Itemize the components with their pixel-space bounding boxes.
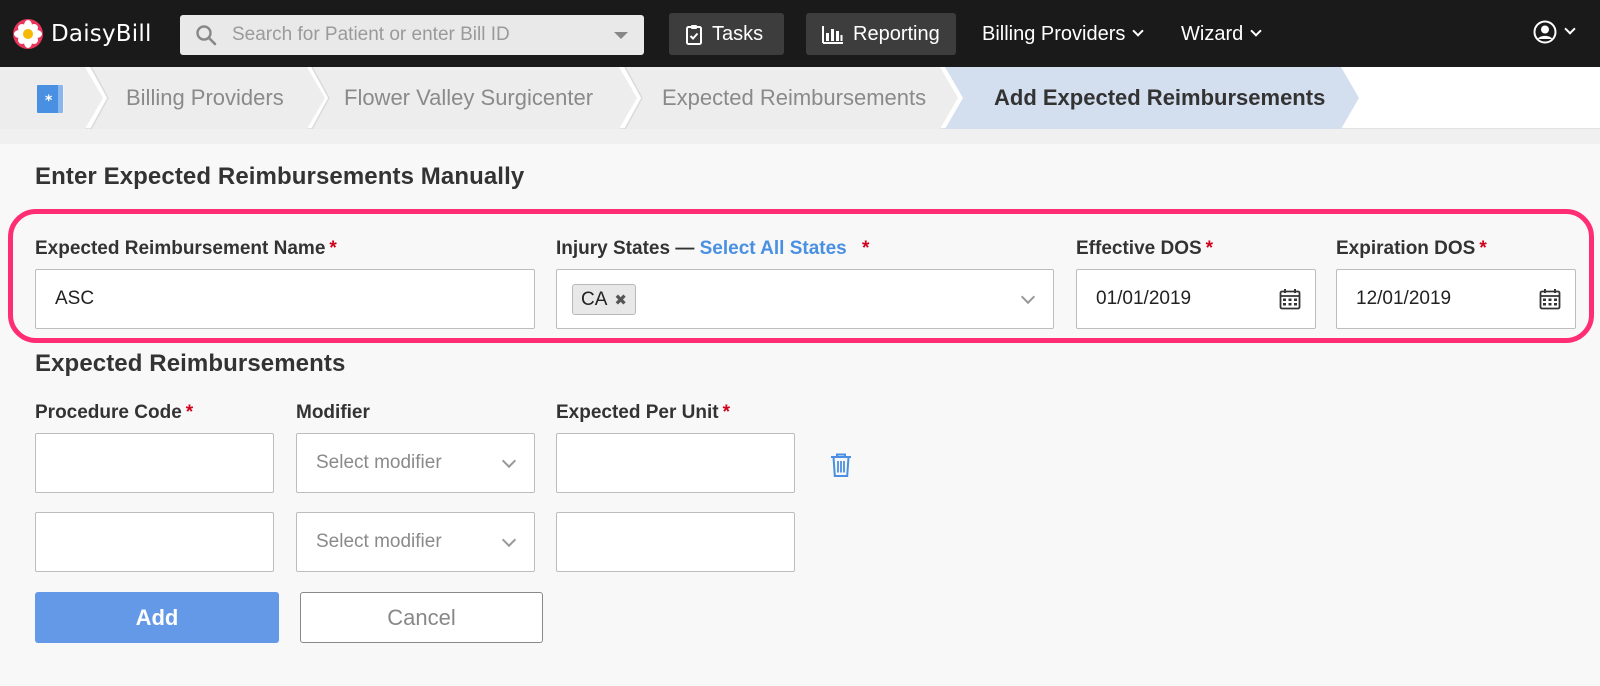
reimbursement-name-field[interactable] [35,269,535,329]
header-divider [0,129,1600,144]
expected-per-unit-field[interactable] [576,513,753,571]
tasks-label: Tasks [712,22,764,45]
procedure-code-field[interactable] [55,513,232,571]
reporting-label: Reporting [853,22,940,45]
cancel-button[interactable]: Cancel [300,592,543,643]
breadcrumb-flower-valley-surgicenter[interactable]: Flower Valley Surgicenter [312,67,637,129]
chevron-down-icon [501,453,517,469]
required-asterisk: * [329,238,337,259]
modifier-select-value: Select modifier [316,452,442,473]
user-avatar-icon [1533,20,1557,44]
expected-per-unit-input[interactable] [556,512,795,572]
wizard-label: Wizard [1181,22,1244,45]
required-asterisk: * [185,402,194,423]
chevron-down-icon [1564,23,1576,35]
patient-search[interactable] [180,15,644,55]
breadcrumb-add-expected-reimbursements: Add Expected Reimbursements [945,67,1359,129]
injury-states-select[interactable]: CA ✖ [556,269,1054,329]
reporting-button[interactable]: Reporting [806,13,956,55]
billing-providers-label: Billing Providers [982,22,1126,45]
effective-dos-field[interactable] [1076,269,1316,329]
user-menu[interactable] [1533,20,1576,44]
reimbursement-name-input[interactable] [55,270,493,328]
remove-tag-icon[interactable]: ✖ [614,291,627,309]
expiration-dos-field[interactable] [1336,269,1576,329]
modifier-label: Modifier [296,402,370,423]
effective-dos-input[interactable] [1096,270,1274,328]
chevron-down-icon [501,532,517,548]
procedure-code-input[interactable] [35,512,274,572]
breadcrumb-separator [90,67,109,129]
procedure-code-field[interactable] [55,434,232,492]
breadcrumb-separator [311,67,330,129]
required-asterisk: * [722,402,731,423]
expiration-dos-input[interactable] [1356,270,1534,328]
top-nav-bar: DaisyBill Tasks Reporting Billing Provid… [0,0,1600,67]
search-input[interactable] [232,15,592,55]
expected-per-unit-field[interactable] [576,434,753,492]
breadcrumb-separator [624,67,643,129]
modifier-select[interactable]: Select modifier [296,433,535,493]
breadcrumb-home[interactable]: * [0,67,103,129]
chevron-down-icon [1250,25,1262,37]
add-button[interactable]: Add [35,592,279,643]
chevron-down-icon [1132,25,1145,37]
expiration-dos-label: Expiration DOS * [1336,238,1487,259]
billing-providers-menu[interactable]: Billing Providers [982,13,1145,55]
state-tag-ca: CA ✖ [572,284,636,315]
chevron-down-icon[interactable] [1020,289,1036,305]
svg-text:*: * [45,93,53,109]
modifier-select-value: Select modifier [316,531,442,552]
search-icon [196,25,217,46]
expected-per-unit-input[interactable] [556,433,795,493]
required-asterisk: * [1479,238,1487,259]
required-asterisk: * [862,238,870,259]
breadcrumb: * Billing Providers Flower Valley Surgic… [0,67,1600,129]
calendar-icon[interactable] [1539,288,1561,310]
injury-states-label: Injury States — Select All States * [556,238,870,259]
procedure-code-input[interactable] [35,433,274,493]
search-dropdown-icon[interactable] [614,32,628,39]
daisy-logo-icon [13,19,43,49]
tasks-button[interactable]: Tasks [669,13,784,55]
app-logo[interactable]: DaisyBill [12,17,152,51]
wizard-menu[interactable]: Wizard [1181,13,1262,55]
breadcrumb-expected-reimbursements[interactable]: Expected Reimbursements [625,67,958,129]
section-heading-reimbursements: Expected Reimbursements [35,350,346,377]
section-heading-manual: Enter Expected Reimbursements Manually [35,163,525,190]
clipboard-check-icon [686,24,702,45]
trash-icon[interactable] [829,452,853,478]
app-name: DaisyBill [51,21,152,47]
billing-card-icon: * [36,84,66,114]
breadcrumb-billing-providers[interactable]: Billing Providers [91,67,325,129]
calendar-icon[interactable] [1279,288,1301,310]
select-all-states-link[interactable]: Select All States [700,238,847,259]
procedure-code-label: Procedure Code * [35,402,194,423]
expected-per-unit-label: Expected Per Unit * [556,402,731,423]
name-label: Expected Reimbursement Name * [35,238,337,259]
effective-dos-label: Effective DOS * [1076,238,1214,259]
required-asterisk: * [1205,238,1214,259]
bar-chart-icon [822,25,843,44]
modifier-select[interactable]: Select modifier [296,512,535,572]
